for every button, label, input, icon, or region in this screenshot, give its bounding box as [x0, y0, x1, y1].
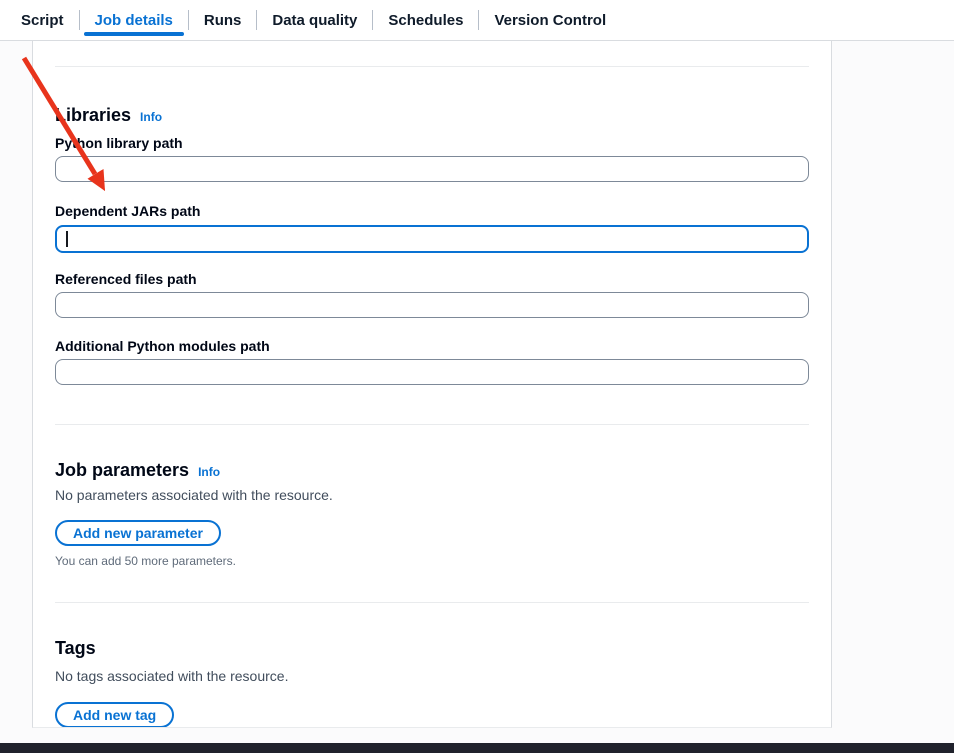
python-library-path-label: Python library path: [55, 135, 809, 151]
tab-runs[interactable]: Runs: [189, 0, 257, 40]
job-parameters-title: Job parameters: [55, 460, 189, 480]
dependent-jars-path-label: Dependent JARs path: [55, 203, 809, 219]
parameter-limit-hint: You can add 50 more parameters.: [55, 554, 809, 568]
tags-title: Tags: [55, 638, 96, 658]
tab-version-control[interactable]: Version Control: [479, 0, 621, 40]
referenced-files-path-label: Referenced files path: [55, 271, 809, 287]
job-parameters-section-header: Job parameters Info: [55, 460, 809, 480]
libraries-info-link[interactable]: Info: [140, 110, 162, 124]
tags-actions: Add new tag: [55, 702, 809, 728]
section-divider: [55, 66, 809, 67]
dependent-jars-path-input[interactable]: [68, 228, 798, 250]
tab-data-quality[interactable]: Data quality: [257, 0, 372, 40]
tab-schedules[interactable]: Schedules: [373, 0, 478, 40]
section-divider: [55, 602, 809, 603]
additional-python-modules-path-input[interactable]: [55, 359, 809, 385]
section-divider: [55, 424, 809, 425]
additional-python-modules-path-label: Additional Python modules path: [55, 338, 809, 354]
tab-job-details[interactable]: Job details: [80, 0, 188, 40]
dependent-jars-path-input-focused[interactable]: [55, 225, 809, 253]
libraries-section-header: Libraries Info: [55, 105, 809, 125]
job-parameters-empty-message: No parameters associated with the resour…: [55, 486, 809, 504]
add-new-tag-button[interactable]: Add new tag: [55, 702, 174, 728]
job-details-panel: Libraries Info Python library path Depen…: [32, 41, 832, 728]
window-bottom-edge: [0, 743, 954, 753]
libraries-title: Libraries: [55, 105, 131, 125]
job-parameters-actions: Add new parameter: [55, 520, 809, 546]
tags-empty-message: No tags associated with the resource.: [55, 667, 809, 685]
tab-script[interactable]: Script: [6, 0, 79, 40]
referenced-files-path-input[interactable]: [55, 292, 809, 318]
tab-bar: Script Job details Runs Data quality Sch…: [0, 0, 954, 41]
python-library-path-input[interactable]: [55, 156, 809, 182]
page: Script Job details Runs Data quality Sch…: [0, 0, 954, 753]
add-new-parameter-button[interactable]: Add new parameter: [55, 520, 221, 546]
job-parameters-info-link[interactable]: Info: [198, 465, 220, 479]
tags-section-header: Tags: [55, 638, 809, 658]
